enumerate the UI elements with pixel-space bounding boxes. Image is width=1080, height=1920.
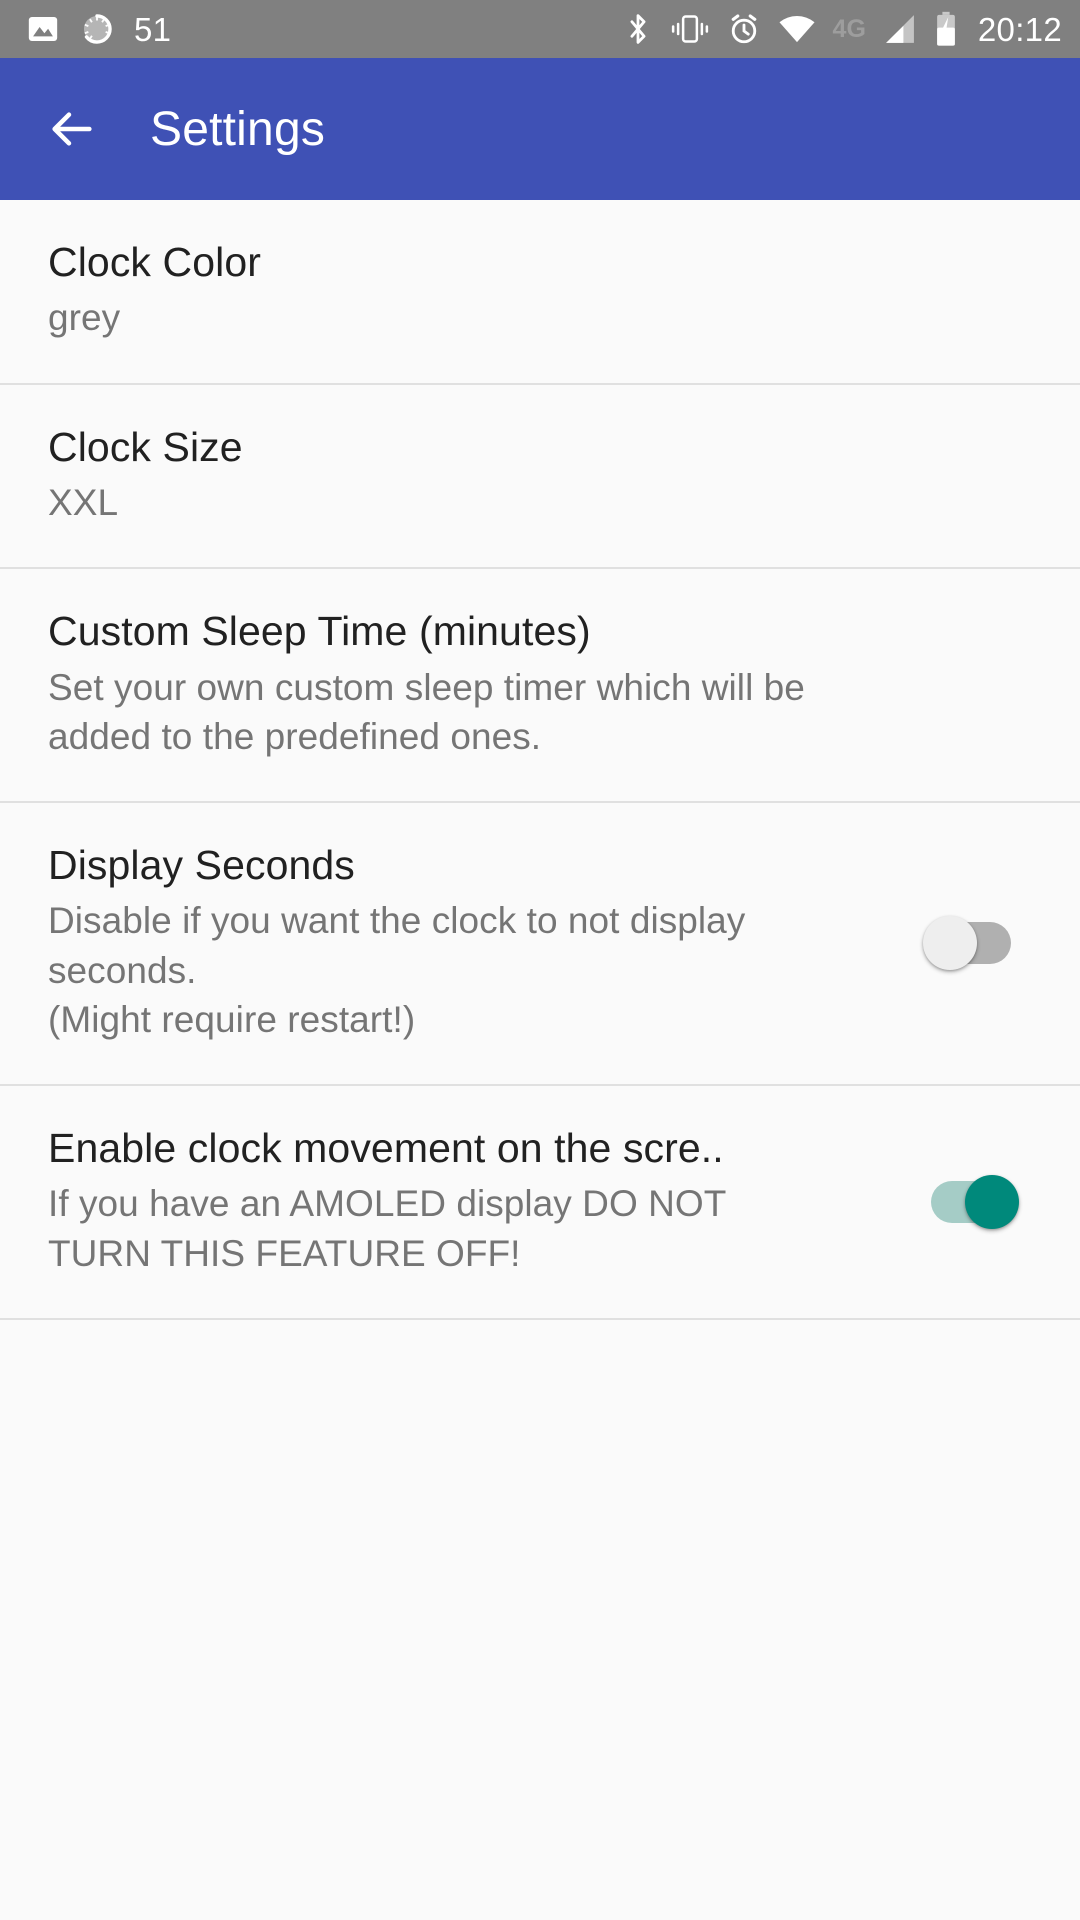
preference-title: Clock Color: [48, 239, 261, 285]
switch-thumb: [965, 1174, 1019, 1229]
settings-list: Clock Color grey Clock Size XXL Custom S…: [0, 200, 1080, 1920]
preference-text-block: Display Seconds Disable if you want the …: [48, 803, 896, 1084]
preference-text-block: Clock Size XXL: [48, 385, 1046, 568]
preference-widget-slot: [896, 915, 1046, 971]
preference-summary: If you have an AMOLED display DO NOT TUR…: [48, 1183, 727, 1274]
notification-count: 51: [134, 10, 172, 48]
vibrate-icon: [670, 12, 710, 46]
status-bar-clock: 20:12: [977, 10, 1062, 48]
display-seconds-switch[interactable]: [923, 915, 1019, 971]
bluetooth-icon: [623, 12, 653, 46]
list-empty-space: [0, 1319, 1080, 1710]
page-title: Settings: [150, 102, 326, 156]
preference-summary: Set your own custom sleep timer which wi…: [48, 666, 805, 757]
status-bar-right-group: 4G 20:12: [623, 11, 1062, 47]
preference-row-custom-sleep-time[interactable]: Custom Sleep Time (minutes) Set your own…: [0, 569, 1080, 803]
preference-text-block: Clock Color grey: [48, 200, 1046, 383]
image-icon: [26, 12, 60, 46]
wifi-icon: [778, 14, 816, 44]
preference-summary: XXL: [48, 481, 119, 523]
preference-title: Clock Size: [48, 423, 243, 470]
preference-row-clock-size[interactable]: Clock Size XXL: [0, 384, 1080, 570]
preference-summary: grey: [48, 297, 121, 339]
preference-title: Enable clock movement on the scre..: [48, 1124, 724, 1171]
preference-title: Display Seconds: [48, 841, 355, 888]
preference-row-clock-color[interactable]: Clock Color grey: [0, 200, 1080, 385]
preference-summary: Disable if you want the clock to not dis…: [48, 900, 746, 1040]
sync-spinner-icon: [80, 12, 114, 46]
status-bar-left-group: 51: [26, 12, 171, 46]
battery-charging-icon: [934, 11, 958, 47]
back-arrow-icon[interactable]: [42, 99, 102, 159]
preference-text-block: Enable clock movement on the scre.. If y…: [48, 1086, 896, 1318]
cellular-signal-icon: [883, 13, 917, 45]
clock-movement-switch[interactable]: [923, 1174, 1019, 1230]
switch-thumb: [923, 916, 977, 971]
alarm-icon: [727, 12, 761, 46]
preference-title: Custom Sleep Time (minutes): [48, 608, 591, 655]
preference-widget-slot: [896, 1174, 1046, 1230]
network-type-label: 4G: [832, 14, 866, 43]
status-bar: 51 4G 20:12: [0, 0, 1080, 58]
preference-row-clock-movement[interactable]: Enable clock movement on the scre.. If y…: [0, 1085, 1080, 1320]
app-bar: Settings: [0, 58, 1080, 208]
preference-row-display-seconds[interactable]: Display Seconds Disable if you want the …: [0, 802, 1080, 1086]
preference-text-block: Custom Sleep Time (minutes) Set your own…: [48, 569, 1046, 801]
